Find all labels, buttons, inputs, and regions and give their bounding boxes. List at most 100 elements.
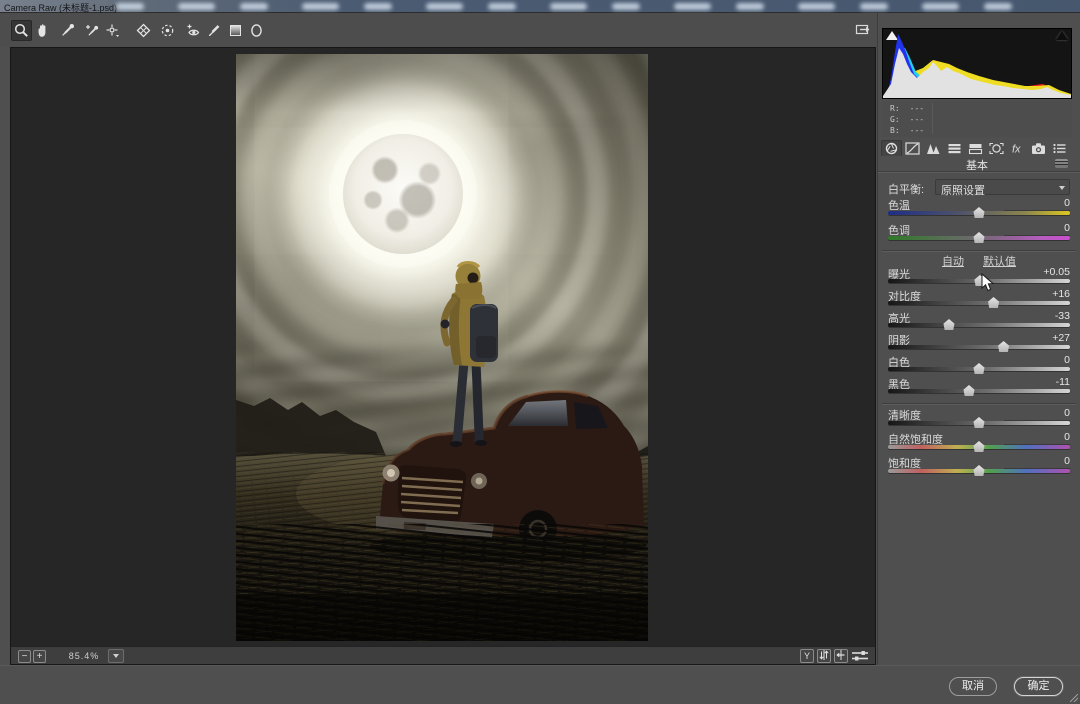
slider-thumb[interactable] xyxy=(973,417,985,428)
resize-grip[interactable] xyxy=(1070,694,1078,702)
slider-thumb[interactable] xyxy=(963,385,975,396)
blurred-menu-item xyxy=(426,3,463,10)
tab-lens-corrections[interactable] xyxy=(986,140,1007,156)
tab-effects[interactable]: fx xyxy=(1007,140,1028,156)
ok-button[interactable]: 确定 xyxy=(1014,677,1063,696)
slider-track[interactable] xyxy=(888,275,1070,286)
slider-thumb[interactable] xyxy=(973,465,985,476)
slider-thumb[interactable] xyxy=(988,297,1000,308)
slider-value-field[interactable]: 0 xyxy=(1004,407,1070,421)
hand-tool[interactable] xyxy=(32,20,53,41)
blurred-menu-item xyxy=(984,3,1012,10)
tab-basic[interactable] xyxy=(881,140,902,156)
preview-settings-icon[interactable] xyxy=(851,649,869,663)
fullscreen-toggle-button[interactable] xyxy=(852,19,873,40)
zoom-out-button[interactable]: − xyxy=(18,649,31,663)
slider-value-field[interactable]: 0 xyxy=(1004,455,1070,469)
swap-vertical-icon xyxy=(819,650,829,660)
slider-thumb[interactable] xyxy=(973,207,985,218)
slider-thumb[interactable] xyxy=(973,441,985,452)
slider-track[interactable] xyxy=(888,363,1070,374)
slider-row: 饱和度 0 xyxy=(888,455,1070,479)
copy-settings-button[interactable] xyxy=(834,649,848,663)
radial-filter-tool[interactable] xyxy=(246,20,267,41)
blurred-menu-item xyxy=(922,3,959,10)
blurred-menu-item xyxy=(674,3,711,10)
transform-tool-icon xyxy=(136,23,151,37)
chevron-down-icon xyxy=(113,654,119,658)
spot-removal-tool-icon xyxy=(161,24,174,36)
tab-tone-curve-icon xyxy=(905,141,920,155)
preview-mode-button[interactable]: Y xyxy=(800,649,814,663)
color-sampler-tool[interactable] xyxy=(81,20,102,41)
slider-row: 自然饱和度 0 xyxy=(888,431,1070,455)
slider-value-field[interactable]: 0 xyxy=(1004,197,1070,211)
hand-tool-icon xyxy=(38,23,46,37)
targeted-adjustment-tool-icon xyxy=(106,24,119,37)
zoom-tool[interactable] xyxy=(11,19,32,41)
tab-tone-curve[interactable] xyxy=(902,140,923,156)
slider-row: 高光 -33 xyxy=(888,310,1070,332)
tab-hsl-grayscale[interactable] xyxy=(944,140,965,156)
blurred-menu-item xyxy=(736,3,764,10)
slider-value-field[interactable]: -33 xyxy=(1004,310,1070,324)
rgb-readout-line: R: --- xyxy=(890,104,925,113)
cancel-button[interactable]: 取消 xyxy=(949,677,997,696)
slider-value-field[interactable]: 0 xyxy=(1004,222,1070,236)
slider-track[interactable] xyxy=(888,341,1070,352)
spot-removal-tool[interactable] xyxy=(157,20,178,41)
slider-track[interactable] xyxy=(888,232,1070,243)
graduated-filter-tool[interactable] xyxy=(225,20,246,41)
slider-thumb[interactable] xyxy=(973,363,985,374)
scene-foreground xyxy=(236,261,648,641)
tab-detail[interactable] xyxy=(923,140,944,156)
slider-track[interactable] xyxy=(888,207,1070,218)
targeted-adjustment-tool[interactable] xyxy=(102,20,123,41)
preview-statusbar: − + 85.4% Y xyxy=(11,646,875,664)
slider-track[interactable] xyxy=(888,297,1070,308)
graduated-filter-tool-icon xyxy=(230,24,241,36)
blurred-menu-item xyxy=(364,3,392,10)
zoom-in-button[interactable]: + xyxy=(33,649,46,663)
slider-value-field[interactable]: 0 xyxy=(1004,431,1070,445)
adjustment-brush-tool-icon xyxy=(208,24,220,36)
separator xyxy=(882,250,1076,252)
slider-row: 阴影 +27 xyxy=(888,332,1070,354)
slider-value-field[interactable]: +27 xyxy=(1004,332,1070,346)
transform-tool[interactable] xyxy=(133,20,154,41)
slider-thumb[interactable] xyxy=(943,319,955,330)
tab-presets[interactable] xyxy=(1049,140,1070,156)
slider-value-field[interactable]: 0 xyxy=(1004,354,1070,368)
slider-track[interactable] xyxy=(888,441,1070,452)
blurred-menu-item xyxy=(550,3,587,10)
white-balance-select[interactable]: 原照设置 xyxy=(935,179,1070,197)
slider-value-field[interactable]: +16 xyxy=(1004,288,1070,302)
tab-basic-icon xyxy=(885,142,898,155)
swap-before-after-button[interactable] xyxy=(817,649,831,663)
color-sampler-tool-icon xyxy=(86,24,99,36)
tab-split-toning[interactable] xyxy=(965,140,986,156)
slider-thumb[interactable] xyxy=(973,232,985,243)
tool-buttons xyxy=(11,19,267,41)
blurred-menu-item xyxy=(240,3,268,10)
slider-value-field[interactable]: +0.05 xyxy=(1004,266,1070,280)
slider-track[interactable] xyxy=(888,385,1070,396)
photo-canvas[interactable] xyxy=(236,54,648,641)
zoom-level-value[interactable]: 85.4% xyxy=(60,649,108,663)
red-eye-removal-tool[interactable] xyxy=(183,20,204,41)
panel-menu-icon[interactable] xyxy=(1055,159,1068,168)
tab-camera-calibration[interactable] xyxy=(1028,140,1049,156)
zoom-level-dropdown[interactable] xyxy=(108,649,124,663)
white-balance-tool[interactable] xyxy=(57,20,78,41)
slider-track[interactable] xyxy=(888,417,1070,428)
image-preview-area[interactable]: − + 85.4% Y xyxy=(10,47,876,665)
mouse-cursor xyxy=(981,273,994,292)
blurred-menu-item xyxy=(488,3,516,10)
slider-row: 清晰度 0 xyxy=(888,407,1070,431)
slider-row: 色温 0 xyxy=(888,197,1070,222)
adjustment-brush-tool[interactable] xyxy=(204,20,225,41)
slider-track[interactable] xyxy=(888,465,1070,476)
white-balance-label: 白平衡: xyxy=(888,184,925,196)
white-balance-value: 原照设置 xyxy=(941,185,985,197)
slider-track[interactable] xyxy=(888,319,1070,330)
